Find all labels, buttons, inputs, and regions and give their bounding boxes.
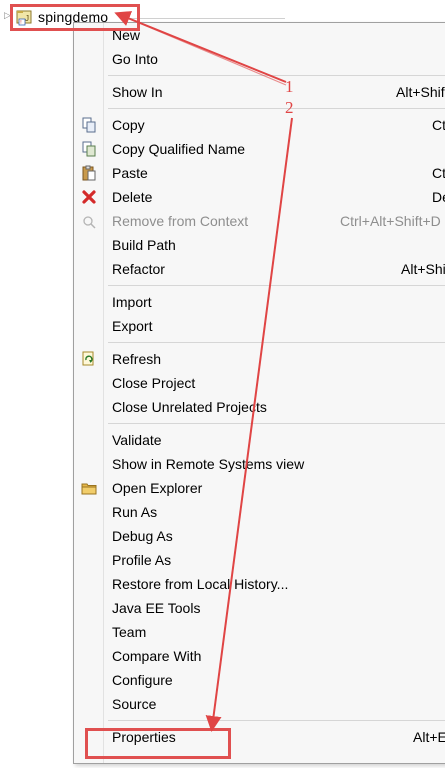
arrow-to-properties [205,117,293,732]
annotation-number-2: 2 [285,98,294,117]
arrow-to-project-shadow [117,13,287,86]
screenshot-stage: ▷ J ! spingdemo New Go Into Show In Alt+Shi… [0,0,445,768]
annotation-arrows [114,11,293,732]
annotation-number-1: 1 [285,77,294,96]
